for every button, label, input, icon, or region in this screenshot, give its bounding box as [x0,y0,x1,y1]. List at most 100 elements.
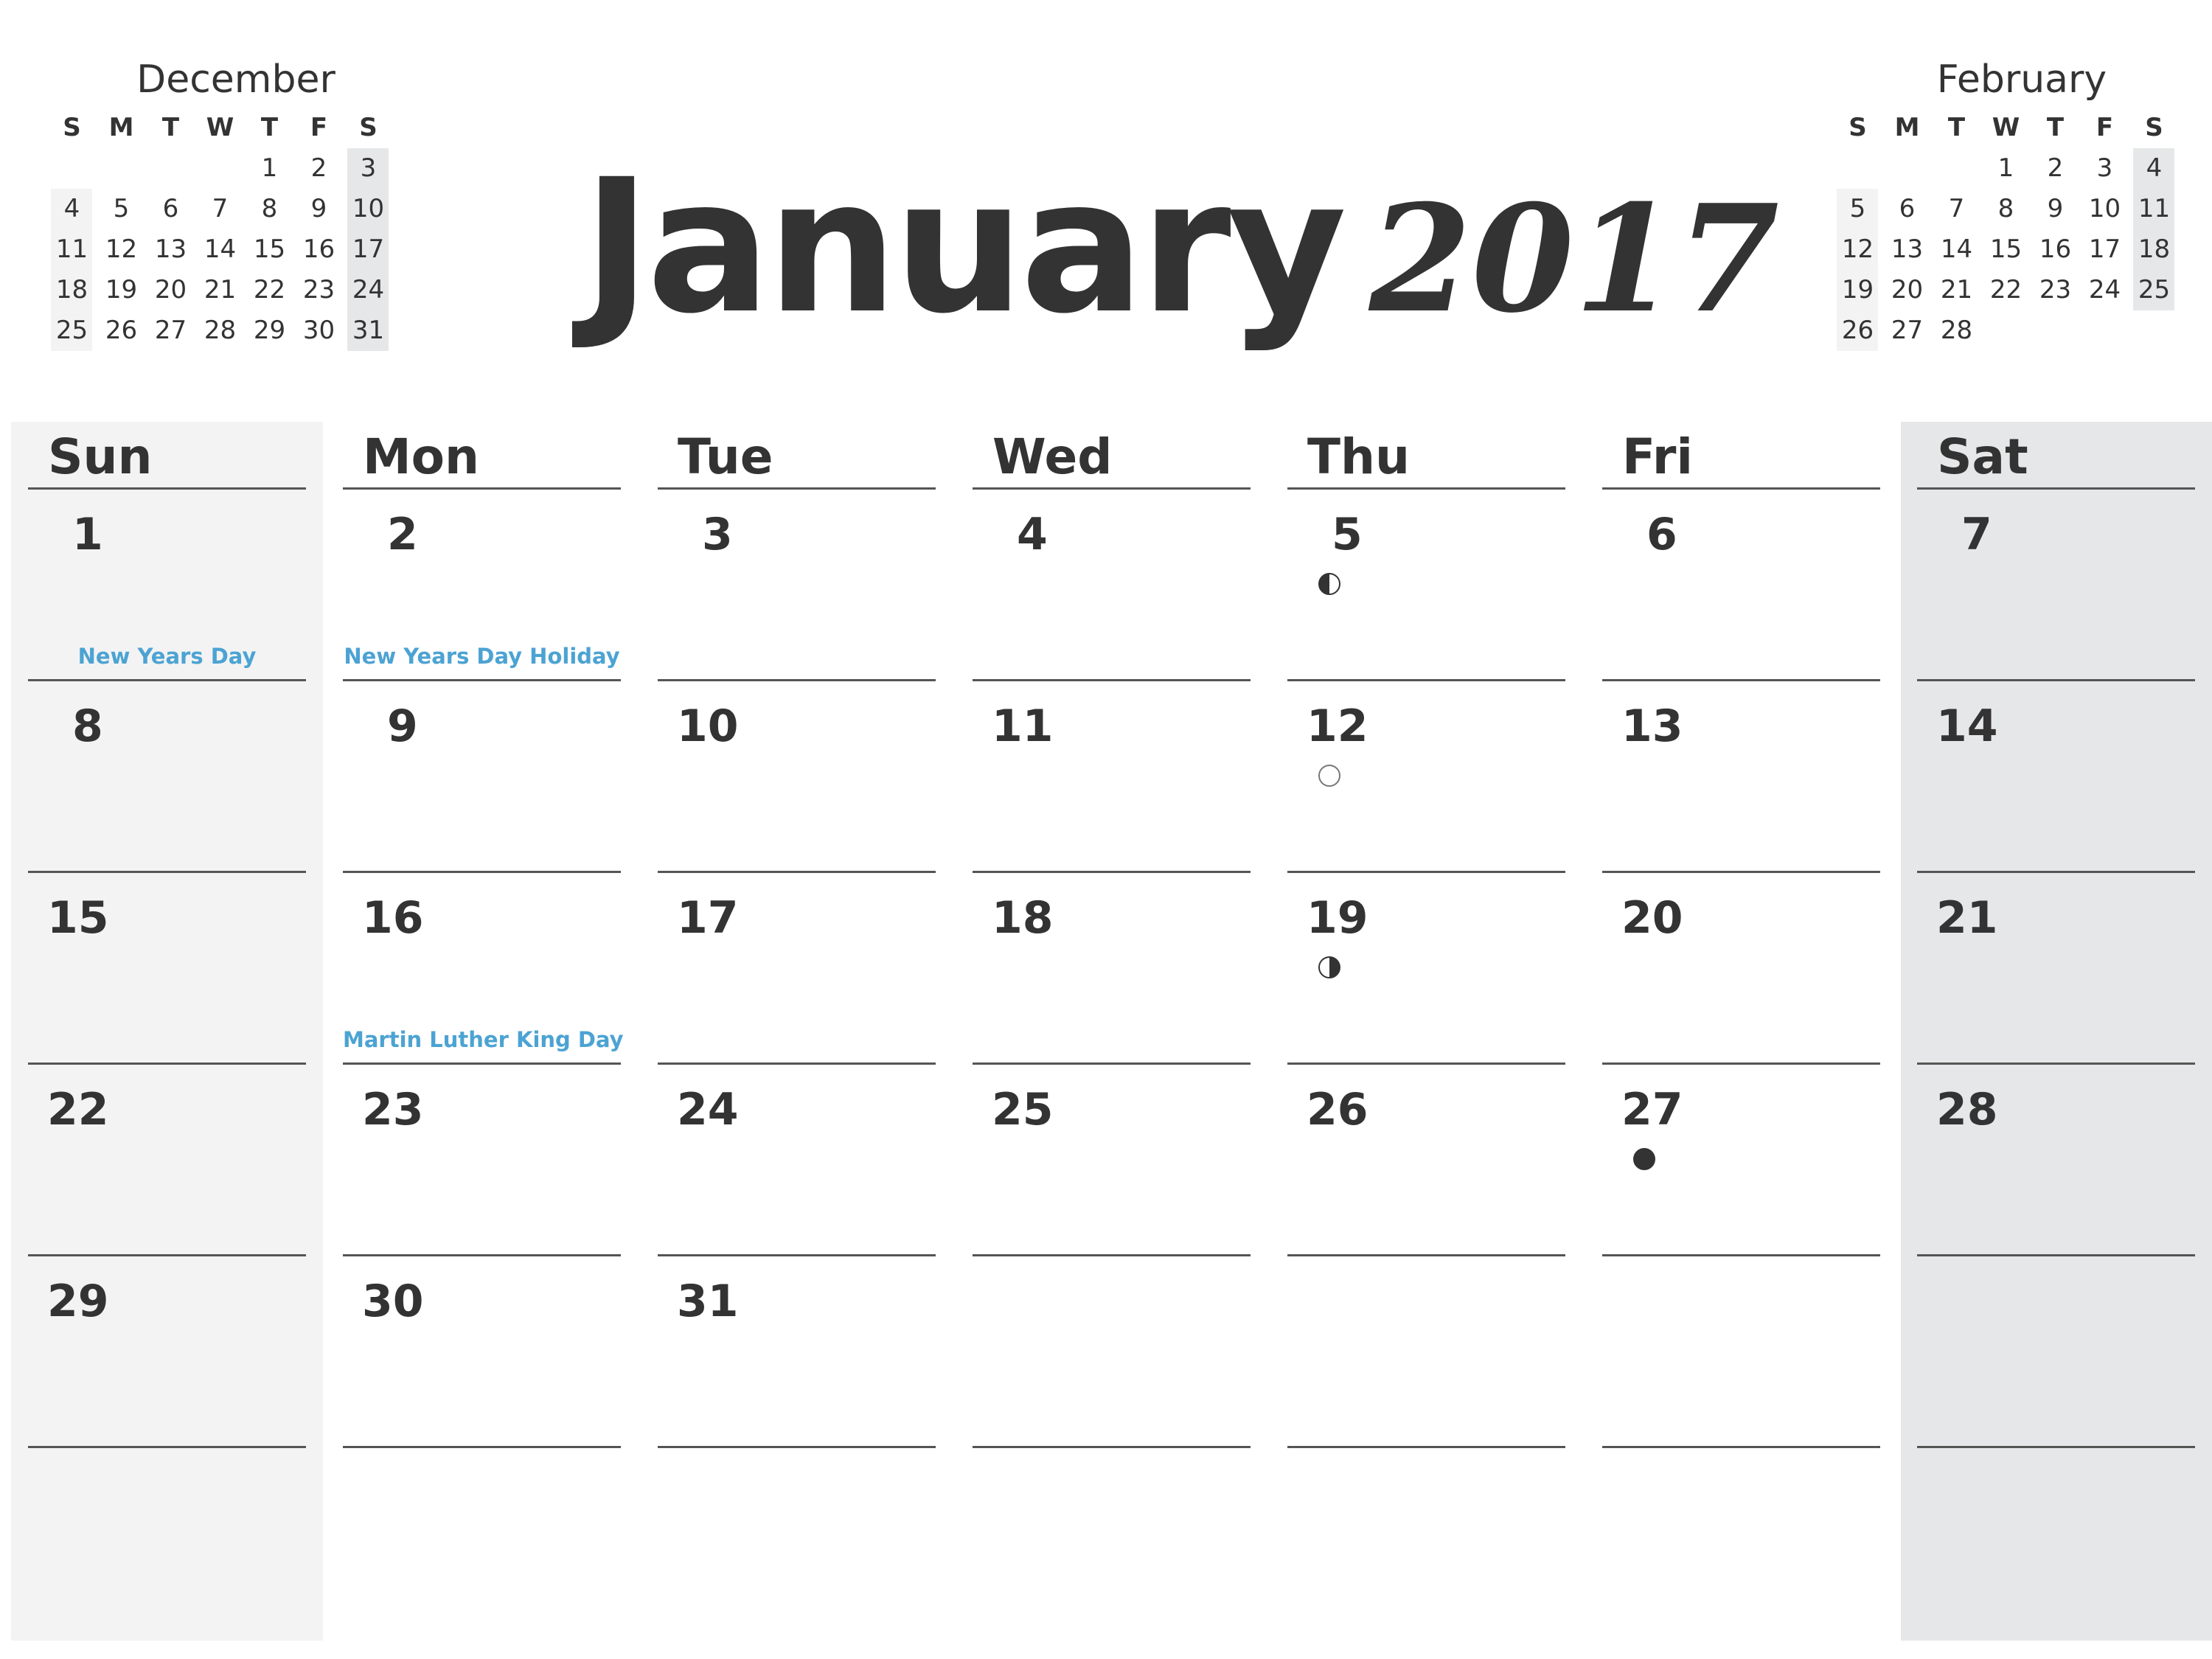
day-cell-number[interactable]: 10 [677,697,739,756]
row-rule [973,1446,1251,1448]
day-cell-number[interactable]: 24 [677,1080,739,1139]
full-moon-icon [1318,765,1340,787]
row-rule [343,871,621,873]
saturday-column-bg [1901,422,2212,1641]
mini-weekday-header: T [1947,113,1966,142]
day-cell-number[interactable]: 27 [1621,1080,1683,1139]
row-rule [1602,679,1880,681]
day-cell-number[interactable]: 14 [1936,697,1998,756]
mini-weekday-header: T [161,113,180,142]
weekday-header-mon: Mon [363,428,480,485]
day-cell-number[interactable]: 25 [992,1080,1054,1139]
day-cell-number[interactable]: 22 [47,1080,109,1139]
mini-day: 2 [310,153,327,183]
day-cell-number[interactable]: 26 [1307,1080,1368,1139]
mini-day: 2 [2047,153,2064,183]
day-cell-number[interactable]: 6 [1646,505,1677,564]
mini-day: 31 [352,316,385,345]
weekday-header-tue: Tue [678,428,773,485]
day-cell-number[interactable]: 23 [362,1080,424,1139]
weekday-header-fri: Fri [1622,428,1694,485]
row-rule [973,1062,1251,1065]
row-rule [1287,1062,1565,1065]
day-cell-number[interactable]: 15 [47,888,109,947]
day-cell-number[interactable]: 21 [1936,888,1998,947]
header-rule [1287,487,1565,490]
mini-weekday-header: M [1894,113,1920,142]
weekday-header-wed: Wed [992,428,1113,485]
mini-day: 24 [2088,275,2121,305]
mini-day: 8 [1997,194,2014,223]
mini-weekday-header: F [310,113,328,142]
row-rule [28,1254,306,1256]
day-cell-number[interactable]: 17 [677,888,739,947]
day-cell-number[interactable]: 9 [387,697,418,756]
mini-calendar-december: December S M T W T F S 1 2 3 4 5 6 7 8 9 10 11 12 13 14 15 16 1… [29,52,398,351]
last-quarter-icon [1318,956,1340,978]
mini-day: 6 [162,194,179,223]
day-cell-number[interactable]: 30 [362,1272,424,1331]
mini-calendar-title: December [136,58,335,102]
day-cell-number[interactable]: 11 [992,697,1054,756]
mini-weekday-header: W [206,113,234,142]
day-cell-number[interactable]: 18 [992,888,1054,947]
mini-day: 27 [1891,316,1924,345]
mini-weekday-header: S [359,113,378,142]
day-cell-number[interactable]: 1 [72,505,103,564]
mini-weekday-header: S [2145,113,2163,142]
mini-day: 15 [253,234,286,264]
day-cell-number[interactable]: 3 [702,505,733,564]
mini-day: 6 [1899,194,1916,223]
row-rule [1602,1062,1880,1065]
mini-day: 4 [2146,153,2163,183]
mini-day: 18 [55,275,88,305]
mini-weekday-header: M [108,113,134,142]
mini-day: 17 [2088,234,2121,264]
mini-weekday-header: S [63,113,81,142]
mini-day: 8 [261,194,278,223]
mini-day: 30 [302,316,335,345]
row-rule [1287,1446,1565,1448]
mini-day: 28 [1940,316,1973,345]
mini-day: 9 [310,194,327,223]
day-cell-number[interactable]: 20 [1621,888,1683,947]
sunday-column-bg [11,422,323,1641]
mini-day: 20 [1891,275,1924,305]
row-rule [658,871,936,873]
mini-day: 5 [113,194,130,223]
mini-day: 29 [253,316,286,345]
day-cell-number[interactable]: 4 [1017,505,1048,564]
mini-day: 1 [1997,153,2014,183]
mini-weekday-header: F [2096,113,2114,142]
mini-day: 11 [2138,194,2171,223]
mini-calendar-grid: S M T W T F S 1 2 3 4 5 6 7 8 9 10 11 12 13 14 15 16 17 18 19 20 21… [29,108,398,351]
day-cell-number[interactable]: 5 [1332,505,1363,564]
header-rule [343,487,621,490]
row-rule [28,871,306,873]
mini-day: 10 [2088,194,2121,223]
day-cell-number[interactable]: 19 [1307,888,1368,947]
mini-day: 4 [63,194,80,223]
row-rule [343,1254,621,1256]
day-cell-number[interactable]: 8 [72,697,103,756]
mini-weekday-header: T [260,113,279,142]
row-rule [658,679,936,681]
row-rule [658,1062,936,1065]
mini-day: 27 [154,316,187,345]
day-cell-number[interactable]: 29 [47,1272,109,1331]
weekday-header-thu: Thu [1307,428,1410,485]
header-rule [1602,487,1880,490]
row-rule [1917,871,2195,873]
mini-weekday-header: T [2046,113,2065,142]
day-cell-number[interactable]: 13 [1621,697,1683,756]
row-rule [343,1062,621,1065]
row-rule [973,679,1251,681]
day-cell-number[interactable]: 16 [362,888,424,947]
day-cell-number[interactable]: 2 [387,505,418,564]
day-cell-number[interactable]: 31 [677,1272,739,1331]
mini-day: 20 [154,275,187,305]
row-rule [28,679,306,681]
day-cell-number[interactable]: 28 [1936,1080,1998,1139]
day-cell-number[interactable]: 7 [1961,505,1992,564]
day-cell-number[interactable]: 12 [1307,697,1368,756]
